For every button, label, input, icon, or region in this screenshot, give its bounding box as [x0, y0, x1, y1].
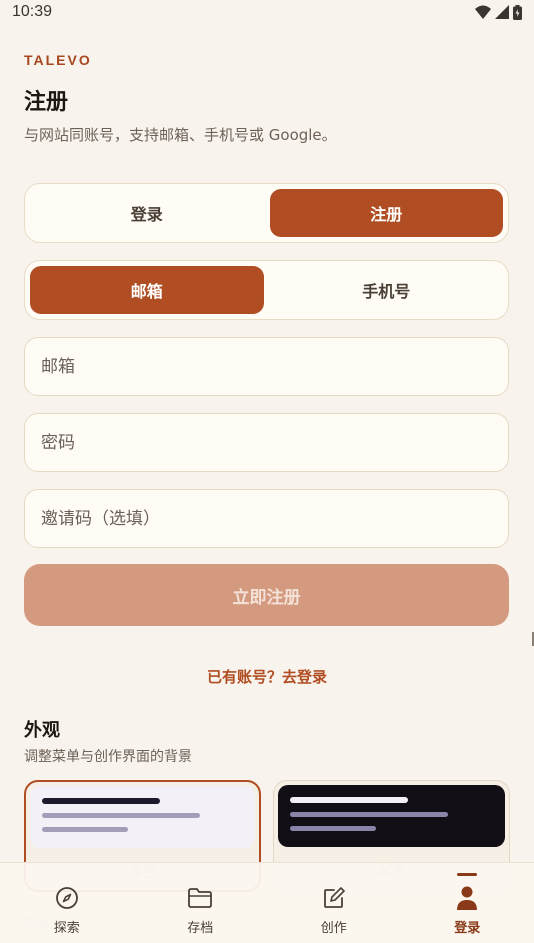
nav-create[interactable]: 创作 — [267, 863, 401, 943]
nav-explore[interactable]: 探索 — [0, 863, 134, 943]
preview-bar — [290, 797, 408, 803]
page-title: 注册 — [24, 90, 69, 115]
tab-login[interactable]: 登录 — [30, 189, 264, 237]
nav-archive[interactable]: 存档 — [134, 863, 268, 943]
theme-dark-preview — [278, 785, 505, 847]
status-time: 10:39 — [12, 3, 53, 20]
nav-label: 登录 — [454, 921, 481, 936]
signup-method-toggle: 邮箱 手机号 — [24, 260, 509, 320]
email-field-container — [24, 337, 509, 396]
nav-label: 存档 — [187, 921, 214, 936]
invite-code-field-container — [24, 489, 509, 548]
preview-bar — [290, 826, 376, 831]
register-button[interactable]: 立即注册 — [24, 564, 509, 626]
bottom-nav: 探索 存档 创作 登录 — [0, 862, 534, 943]
appearance-title: 外观 — [24, 720, 60, 741]
nav-login[interactable]: 登录 — [401, 863, 534, 943]
email-field[interactable] — [41, 356, 492, 377]
theme-light-preview — [30, 786, 255, 848]
user-icon — [454, 885, 480, 911]
tab-email[interactable]: 邮箱 — [30, 266, 264, 314]
invite-code-field[interactable] — [41, 508, 492, 529]
password-field-container — [24, 413, 509, 472]
edit-icon — [321, 885, 347, 911]
nav-label: 创作 — [320, 921, 347, 936]
auth-mode-toggle: 登录 注册 — [24, 183, 509, 243]
preview-bar — [42, 827, 128, 832]
battery-icon — [513, 4, 522, 20]
nav-label: 探索 — [53, 921, 80, 936]
preview-bar — [42, 813, 200, 818]
appearance-subtitle: 调整菜单与创作界面的背景 — [24, 749, 192, 765]
go-to-login-link[interactable]: 已有账号？去登录 — [0, 666, 534, 687]
status-bar: 10:39 — [0, 0, 534, 24]
compass-icon — [54, 885, 80, 911]
page-subtitle: 与网站同账号，支持邮箱、手机号或 Google。 — [24, 126, 337, 144]
preview-bar — [290, 812, 448, 817]
wifi-icon — [475, 5, 491, 19]
brand-logo-text: TALEVO — [24, 52, 92, 68]
signal-icon — [495, 5, 509, 19]
status-icons — [475, 4, 522, 20]
password-field[interactable] — [41, 432, 492, 453]
active-indicator — [457, 873, 478, 876]
tab-phone[interactable]: 手机号 — [270, 266, 504, 314]
tab-register[interactable]: 注册 — [269, 189, 503, 237]
folder-icon — [187, 885, 213, 911]
preview-bar — [42, 798, 160, 804]
